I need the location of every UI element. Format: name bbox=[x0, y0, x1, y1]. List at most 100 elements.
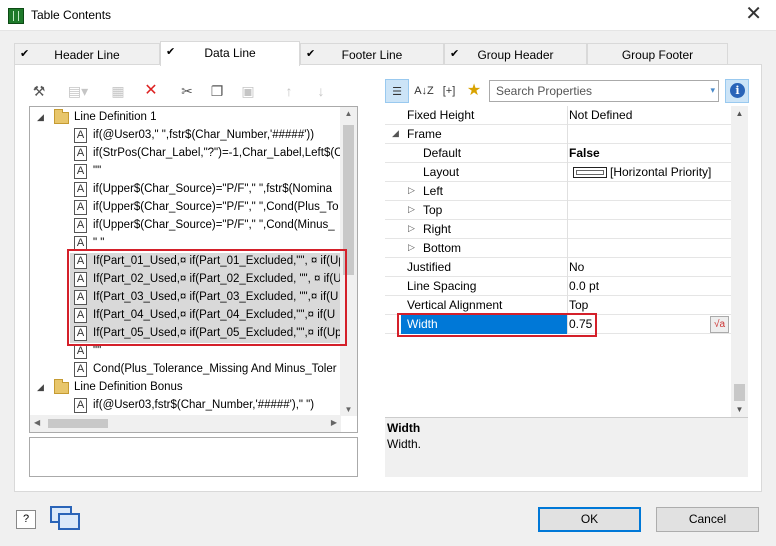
property-help-panel: Width Width. bbox=[385, 417, 748, 477]
wand-icon[interactable]: ⚒ bbox=[30, 82, 48, 100]
tree-row-text: if(@User03," ",fstr$(Char_Number,'#####'… bbox=[93, 129, 315, 141]
tree-horizontal-scrollbar[interactable]: ◀ ▶ bbox=[30, 415, 341, 432]
scroll-down-icon[interactable]: ▼ bbox=[731, 405, 748, 414]
tab-group-header[interactable]: ✔ Group Header bbox=[444, 43, 587, 65]
window-title: Table Contents bbox=[31, 8, 112, 22]
scroll-left-icon[interactable]: ◀ bbox=[34, 418, 40, 427]
property-row-fixed-height[interactable]: Fixed Height Not Defined bbox=[385, 106, 731, 125]
move-up-icon[interactable]: ↑ bbox=[280, 82, 298, 100]
categorized-view-icon[interactable]: ☰ bbox=[385, 79, 409, 103]
tree-row-text: if(Upper$(Char_Source)="P/F"," ",Cond(Pl… bbox=[93, 201, 339, 213]
property-name: Layout bbox=[423, 165, 460, 179]
tree-node-line-definition-1[interactable]: ◢ Line Definition 1 bbox=[30, 109, 340, 127]
formula-icon[interactable]: √a bbox=[710, 316, 729, 333]
tab-group-footer[interactable]: Group Footer bbox=[587, 43, 728, 65]
property-vertical-scrollbar[interactable]: ▲ ▼ bbox=[731, 106, 748, 417]
tree-row[interactable]: A if(@User03,fstr$(Char_Number,'#####'),… bbox=[30, 397, 340, 415]
tree-row-text: "" bbox=[93, 345, 102, 357]
tree-row-text: Cond(Plus_Tolerance_Missing And Minus_To… bbox=[93, 363, 337, 375]
scroll-down-icon[interactable]: ▼ bbox=[340, 405, 357, 414]
tab-label: Data Line bbox=[204, 46, 256, 60]
property-name: Justified bbox=[407, 260, 452, 274]
tab-footer-line[interactable]: ✔ Footer Line bbox=[300, 43, 444, 65]
favorites-star-icon[interactable]: ★ bbox=[462, 79, 486, 103]
tree-row[interactable]: A if(Upper$(Char_Source)="P/F"," ",fstr$… bbox=[30, 181, 340, 199]
expand-icon[interactable]: ▷ bbox=[408, 204, 415, 215]
property-row-right[interactable]: ▷ Right bbox=[385, 220, 731, 239]
tree-row[interactable]: A if(Upper$(Char_Source)="P/F"," ",Cond(… bbox=[30, 217, 340, 235]
property-name: Left bbox=[423, 184, 444, 198]
tree-row-text: "" bbox=[93, 165, 102, 177]
paste-icon[interactable]: ▣ bbox=[239, 82, 257, 100]
move-down-icon[interactable]: ↓ bbox=[312, 82, 330, 100]
tree-row[interactable]: A "" bbox=[30, 163, 340, 181]
property-row-justified[interactable]: Justified No bbox=[385, 258, 731, 277]
property-value[interactable]: Top bbox=[569, 298, 588, 312]
search-input[interactable] bbox=[494, 83, 694, 99]
property-row-line-spacing[interactable]: Line Spacing 0.0 pt bbox=[385, 277, 731, 296]
property-row-top[interactable]: ▷ Top bbox=[385, 201, 731, 220]
property-row-left[interactable]: ▷ Left bbox=[385, 182, 731, 201]
property-row-default[interactable]: Default False bbox=[385, 144, 731, 163]
ok-button[interactable]: OK bbox=[538, 507, 641, 532]
text-field-icon: A bbox=[74, 362, 87, 377]
help-icon[interactable]: ? bbox=[16, 510, 36, 529]
collapse-icon[interactable]: ◢ bbox=[37, 382, 47, 393]
property-row-frame[interactable]: ◢ Frame bbox=[385, 125, 731, 144]
help-text: Width. bbox=[387, 437, 422, 451]
properties-icon[interactable]: ▦ bbox=[109, 82, 127, 100]
app-icon bbox=[8, 8, 24, 24]
tree-node-label: Line Definition Bonus bbox=[74, 381, 183, 393]
tab-data-line[interactable]: ✔ Data Line bbox=[160, 41, 300, 66]
delete-icon[interactable]: ✕ bbox=[142, 82, 160, 100]
tree-row-text: if(@User03,fstr$(Char_Number,'#####')," … bbox=[93, 399, 315, 411]
tree-node-line-definition-bonus[interactable]: ◢ Line Definition Bonus bbox=[30, 379, 340, 397]
tab-header-line[interactable]: ✔ Header Line bbox=[14, 43, 160, 65]
collapse-icon[interactable]: ◢ bbox=[37, 112, 47, 123]
cancel-button[interactable]: Cancel bbox=[656, 507, 759, 532]
highlight-box-width bbox=[397, 313, 597, 337]
scroll-right-icon[interactable]: ▶ bbox=[331, 418, 337, 427]
close-icon[interactable]: ✕ bbox=[745, 3, 762, 25]
scroll-thumb[interactable] bbox=[48, 419, 108, 428]
text-field-icon: A bbox=[74, 128, 87, 143]
copy-icon[interactable]: ❐ bbox=[208, 82, 226, 100]
scroll-up-icon[interactable]: ▲ bbox=[340, 109, 357, 118]
info-icon: i bbox=[730, 83, 745, 98]
property-name: Frame bbox=[407, 127, 442, 141]
property-value[interactable]: 0.0 pt bbox=[569, 279, 599, 293]
property-row-layout[interactable]: Layout [Horizontal Priority] bbox=[385, 163, 731, 182]
scroll-up-icon[interactable]: ▲ bbox=[731, 109, 748, 118]
folder-icon bbox=[54, 379, 69, 394]
property-name: Line Spacing bbox=[407, 279, 477, 293]
scroll-thumb[interactable] bbox=[734, 384, 745, 401]
search-properties[interactable]: ▾ bbox=[489, 80, 719, 102]
property-row-bottom[interactable]: ▷ Bottom bbox=[385, 239, 731, 258]
tree-row-text: if(Upper$(Char_Source)="P/F"," ",Cond(Mi… bbox=[93, 219, 335, 231]
expand-icon[interactable]: ▷ bbox=[408, 223, 415, 234]
tree-row[interactable]: A Cond(Plus_Tolerance_Missing And Minus_… bbox=[30, 361, 340, 379]
expand-icon[interactable]: ▷ bbox=[408, 242, 415, 253]
tree-row[interactable]: A if(@User03," ",fstr$(Char_Number,'####… bbox=[30, 127, 340, 145]
property-toolbar: ☰ A↓Z [+] ★ ▾ i bbox=[385, 79, 750, 105]
collapse-icon[interactable]: ◢ bbox=[392, 128, 399, 139]
windows-icon[interactable] bbox=[50, 506, 82, 532]
tree-row[interactable]: A if(StrPos(Char_Label,"?")=-1,Char_Labe… bbox=[30, 145, 342, 163]
text-field-icon: A bbox=[74, 182, 87, 197]
search-dropdown-icon[interactable]: ▾ bbox=[710, 85, 715, 96]
expand-all-icon[interactable]: [+] bbox=[437, 79, 461, 103]
expand-icon[interactable]: ▷ bbox=[408, 185, 415, 196]
info-button[interactable]: i bbox=[725, 79, 749, 103]
text-field-icon: A bbox=[74, 146, 87, 161]
new-line-icon[interactable]: ▤▾ bbox=[64, 82, 92, 100]
property-value[interactable]: False bbox=[569, 146, 600, 160]
property-value[interactable]: No bbox=[569, 260, 584, 274]
property-value[interactable]: [Horizontal Priority] bbox=[610, 165, 711, 179]
cut-icon[interactable]: ✂ bbox=[178, 82, 196, 100]
property-name: Fixed Height bbox=[407, 108, 475, 122]
sort-alphabetical-icon[interactable]: A↓Z bbox=[412, 79, 436, 103]
tree-row[interactable]: A if(Upper$(Char_Source)="P/F"," ",Cond(… bbox=[30, 199, 340, 217]
property-value[interactable]: Not Defined bbox=[569, 108, 632, 122]
tree-node-label: Line Definition 1 bbox=[74, 111, 157, 123]
property-name: Right bbox=[423, 222, 452, 236]
